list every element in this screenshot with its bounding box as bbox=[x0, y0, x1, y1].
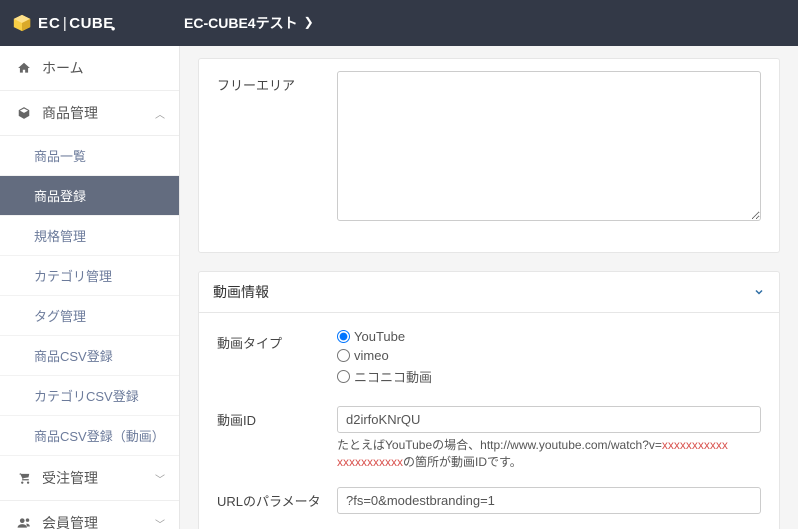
subnav-category-csv[interactable]: カテゴリCSV登録 bbox=[0, 376, 179, 416]
app-header: EC|CUBE● EC-CUBE4テスト ❯ bbox=[0, 0, 798, 46]
video-id-input[interactable] bbox=[337, 406, 761, 433]
video-panel-header[interactable]: 動画情報 bbox=[198, 271, 780, 313]
sidebar: ホーム 商品管理 ︿ 商品一覧 商品登録 規格管理 カテゴリ管理 タグ管理 商品… bbox=[0, 46, 180, 529]
nav-orders[interactable]: 受注管理 ﹀ bbox=[0, 456, 179, 501]
nav-products[interactable]: 商品管理 ︿ bbox=[0, 91, 179, 136]
cart-icon bbox=[14, 471, 34, 485]
radio-nico-input[interactable] bbox=[337, 370, 350, 383]
radio-label: YouTube bbox=[354, 329, 405, 344]
radio-label: vimeo bbox=[354, 348, 389, 363]
chevron-down-icon: ﹀ bbox=[155, 471, 165, 486]
page-title: EC-CUBE4テスト bbox=[184, 13, 298, 33]
video-id-label: 動画ID bbox=[217, 406, 337, 429]
subnav-product-new[interactable]: 商品登録 bbox=[0, 176, 179, 216]
radio-youtube[interactable]: YouTube bbox=[337, 329, 761, 344]
subnav-category[interactable]: カテゴリ管理 bbox=[0, 256, 179, 296]
chevron-down-icon: ﹀ bbox=[155, 516, 165, 529]
cube-icon bbox=[12, 14, 32, 32]
free-area-panel: フリーエリア bbox=[198, 58, 780, 253]
subnav-spec[interactable]: 規格管理 bbox=[0, 216, 179, 256]
nav-label: 会員管理 bbox=[42, 513, 98, 529]
help-pre: たとえばYouTubeの場合、http://www.youtube.com/wa… bbox=[337, 438, 662, 452]
free-area-textarea[interactable] bbox=[337, 71, 761, 221]
nav-members[interactable]: 会員管理 ﹀ bbox=[0, 501, 179, 529]
video-params-label: URLのパラメータ bbox=[217, 487, 337, 510]
home-icon bbox=[14, 61, 34, 75]
main-content: フリーエリア 動画情報 動画タイプ YouT bbox=[180, 46, 798, 529]
radio-youtube-input[interactable] bbox=[337, 330, 350, 343]
brand-logo[interactable]: EC|CUBE● bbox=[12, 14, 180, 32]
video-id-help: たとえばYouTubeの場合、http://www.youtube.com/wa… bbox=[337, 437, 761, 471]
nav-label: 受注管理 bbox=[42, 468, 98, 488]
help-post: の箇所が動画IDです。 bbox=[403, 455, 522, 469]
radio-label: ニコニコ動画 bbox=[354, 367, 432, 386]
cube-icon bbox=[14, 106, 34, 120]
chevron-right-icon[interactable]: ❯ bbox=[304, 15, 314, 29]
brand-text: EC|CUBE● bbox=[38, 15, 119, 32]
video-type-label: 動画タイプ bbox=[217, 329, 337, 352]
subnav-product-csv-video[interactable]: 商品CSV登録（動画） bbox=[0, 416, 179, 456]
video-params-input[interactable] bbox=[337, 487, 761, 514]
video-panel: 動画情報 動画タイプ YouTube vimeo bbox=[198, 271, 780, 529]
nav-label: 商品管理 bbox=[42, 103, 98, 123]
chevron-down-icon bbox=[753, 286, 765, 298]
radio-vimeo-input[interactable] bbox=[337, 349, 350, 362]
nav-home[interactable]: ホーム bbox=[0, 46, 179, 91]
panel-title: 動画情報 bbox=[213, 282, 269, 302]
subnav-product-list[interactable]: 商品一覧 bbox=[0, 136, 179, 176]
nav-label: ホーム bbox=[42, 58, 84, 78]
subnav-product-csv[interactable]: 商品CSV登録 bbox=[0, 336, 179, 376]
video-type-options: YouTube vimeo ニコニコ動画 bbox=[337, 329, 761, 390]
subnav-tag[interactable]: タグ管理 bbox=[0, 296, 179, 336]
users-icon bbox=[14, 516, 34, 529]
chevron-up-icon: ︿ bbox=[155, 106, 165, 121]
free-area-label: フリーエリア bbox=[217, 71, 337, 94]
radio-vimeo[interactable]: vimeo bbox=[337, 348, 761, 363]
radio-nico[interactable]: ニコニコ動画 bbox=[337, 367, 761, 386]
